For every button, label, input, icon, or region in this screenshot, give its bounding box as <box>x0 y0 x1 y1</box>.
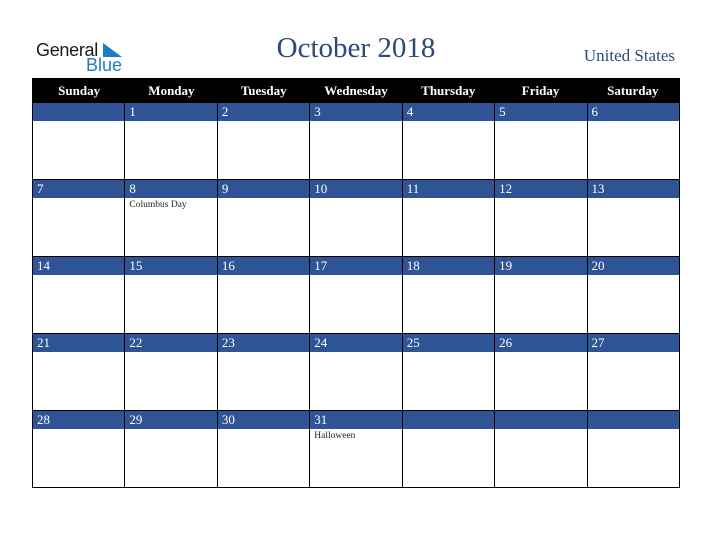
day-number: 24 <box>310 334 402 352</box>
day-number: 4 <box>402 103 495 121</box>
weekday-header: Saturday <box>607 83 659 98</box>
day-number: 30 <box>217 411 310 429</box>
weekday-header-row: Sunday Monday Tuesday Wednesday Thursday Frid… <box>33 79 679 102</box>
day-cell[interactable]: 25 <box>401 333 495 410</box>
week-row: 123456 <box>33 102 679 179</box>
day-cell[interactable]: 8 Columbus Day <box>124 179 217 256</box>
day-number: 16 <box>217 257 310 275</box>
weekday-header: Wednesday <box>324 83 388 98</box>
day-cell[interactable]: 22 <box>124 333 217 410</box>
day-number: 17 <box>310 257 402 275</box>
day-cell[interactable]: 27 <box>586 333 679 410</box>
day-number: 2 <box>217 103 310 121</box>
day-cell[interactable]: 11 <box>401 179 495 256</box>
week-row: 7 8 Columbus Day 9 10 11 12 13 <box>33 179 679 256</box>
day-cell[interactable]: 4 <box>401 102 495 179</box>
day-number: 28 <box>33 411 125 429</box>
week-row: 21 22 23 24 25 26 27 <box>33 333 679 410</box>
holiday-label: Halloween <box>314 431 356 441</box>
day-number: 25 <box>402 334 495 352</box>
day-cell[interactable] <box>33 102 125 179</box>
day-number: 5 <box>495 103 587 121</box>
day-cell[interactable]: 21 <box>33 333 125 410</box>
day-cell[interactable]: 31 Halloween <box>309 410 402 487</box>
day-cell[interactable] <box>401 410 495 487</box>
day-number: 1 <box>125 103 217 121</box>
day-cell[interactable]: 10 <box>309 179 402 256</box>
day-number: 14 <box>33 257 125 275</box>
day-number: 20 <box>587 257 679 275</box>
weekday-header: Sunday <box>58 83 101 98</box>
day-cell[interactable]: 1 <box>124 102 217 179</box>
day-cell[interactable]: 6 <box>586 102 679 179</box>
day-cell[interactable]: 2 <box>216 102 310 179</box>
week-row: 28 29 30 31 Halloween <box>33 410 679 487</box>
day-number: 29 <box>125 411 217 429</box>
day-number: 31 <box>310 411 402 429</box>
day-number: 21 <box>33 334 125 352</box>
day-cell[interactable]: 28 <box>33 410 125 487</box>
week-row: 14 15 16 17 18 19 20 <box>33 256 679 333</box>
day-number: 13 <box>587 180 679 198</box>
day-cell[interactable]: 26 <box>494 333 587 410</box>
day-cell[interactable]: 13 <box>586 179 679 256</box>
day-number: 23 <box>217 334 310 352</box>
weekday-header: Tuesday <box>240 83 287 98</box>
day-cell[interactable]: 20 <box>586 256 679 333</box>
day-cell[interactable]: 30 <box>216 410 310 487</box>
day-cell[interactable]: 29 <box>124 410 217 487</box>
day-number <box>587 411 679 429</box>
day-number <box>402 411 495 429</box>
weekday-header: Monday <box>148 83 195 98</box>
day-cell[interactable]: 7 <box>33 179 125 256</box>
day-number: 7 <box>33 180 125 198</box>
day-number: 3 <box>310 103 402 121</box>
calendar-grid: Sunday Monday Tuesday Wednesday Thursday Frid… <box>32 78 680 488</box>
day-number: 27 <box>587 334 679 352</box>
day-number: 15 <box>125 257 217 275</box>
day-cell[interactable]: 19 <box>494 256 587 333</box>
day-cell[interactable]: 17 <box>309 256 402 333</box>
day-number: 9 <box>217 180 310 198</box>
day-cell[interactable]: 18 <box>401 256 495 333</box>
day-number: 18 <box>402 257 495 275</box>
day-cell[interactable]: 23 <box>216 333 310 410</box>
day-cell[interactable]: 9 <box>216 179 310 256</box>
day-number: 22 <box>125 334 217 352</box>
day-number: 10 <box>310 180 402 198</box>
day-number <box>495 411 587 429</box>
day-cell[interactable]: 24 <box>309 333 402 410</box>
day-cell[interactable]: 5 <box>494 102 587 179</box>
day-cell[interactable]: 14 <box>33 256 125 333</box>
day-cell[interactable]: 3 <box>309 102 402 179</box>
day-number: 6 <box>587 103 679 121</box>
holiday-label: Columbus Day <box>129 200 187 210</box>
day-cell[interactable]: 15 <box>124 256 217 333</box>
day-number <box>33 103 125 121</box>
weekday-header: Friday <box>521 83 560 98</box>
day-cell[interactable] <box>494 410 587 487</box>
country-label: United States <box>583 46 675 65</box>
day-cell[interactable]: 12 <box>494 179 587 256</box>
day-number: 19 <box>495 257 587 275</box>
day-number: 26 <box>495 334 587 352</box>
day-cell[interactable] <box>586 410 679 487</box>
day-cell[interactable]: 16 <box>216 256 310 333</box>
day-number: 12 <box>495 180 587 198</box>
day-number: 11 <box>402 180 495 198</box>
day-number: 8 <box>125 180 217 198</box>
weekday-header: Thursday <box>421 83 476 98</box>
